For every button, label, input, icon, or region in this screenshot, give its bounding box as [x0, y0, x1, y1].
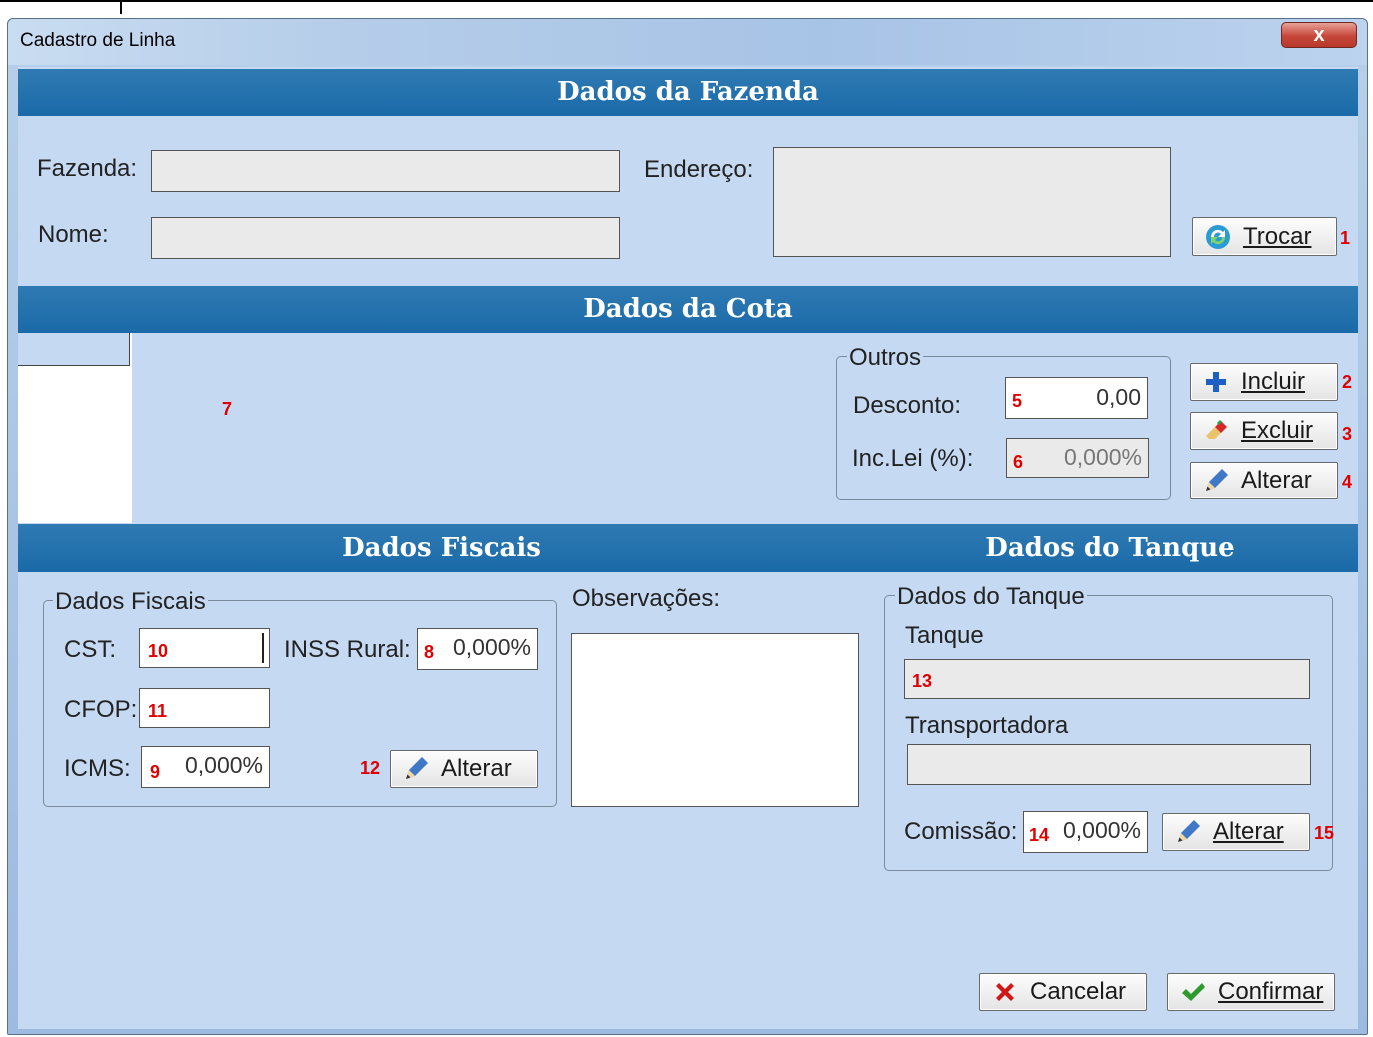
desconto-label: Desconto:: [853, 392, 962, 419]
section-title-tanque: Dados do Tanque: [985, 533, 1235, 563]
eraser-icon: [1201, 416, 1231, 446]
alterar-cota-button-label: Alterar: [1241, 466, 1312, 494]
section-header-fiscais-tanque: Dados Fiscais Dados do Tanque: [18, 524, 1358, 572]
alterar-fiscais-button[interactable]: Alterar: [390, 750, 538, 788]
tanque-field[interactable]: 13: [904, 659, 1310, 699]
marker-2: 2: [1342, 372, 1353, 392]
comissao-field[interactable]: 14 0,000%: [1023, 811, 1148, 853]
marker-12: 12: [360, 758, 381, 778]
marker-7: 7: [222, 399, 233, 419]
tanque-group-label: Dados do Tanque: [895, 583, 1087, 611]
pencil-icon: [1201, 466, 1231, 496]
tanque-label: Tanque: [905, 622, 984, 649]
title-bar[interactable]: [8, 19, 1367, 65]
marker-6: 6: [1013, 452, 1024, 472]
desconto-field[interactable]: 5 0,00: [1005, 377, 1148, 419]
inss-rural-field[interactable]: 8 0,000%: [417, 628, 538, 670]
trocar-button-label: Trocar: [1243, 222, 1312, 250]
pencil-icon: [401, 754, 431, 784]
icms-label: ICMS:: [64, 755, 131, 782]
icms-value: 0,000%: [184, 752, 263, 778]
inclei-value: 0,000%: [1063, 444, 1142, 470]
confirmar-button[interactable]: Confirmar: [1167, 973, 1335, 1011]
fiscais-group-label: Dados Fiscais: [53, 588, 208, 616]
cst-field[interactable]: 10: [139, 628, 270, 668]
inclei-field[interactable]: 6 0,000%: [1006, 438, 1149, 478]
top-border-tick: [120, 0, 122, 14]
marker-8: 8: [424, 642, 435, 662]
cfop-label: CFOP:: [64, 696, 138, 723]
observacoes-textarea[interactable]: [571, 633, 859, 807]
comissao-value: 0,000%: [1062, 817, 1141, 843]
marker-11: 11: [148, 701, 168, 721]
transportadora-field[interactable]: [907, 744, 1311, 785]
marker-13: 13: [912, 671, 933, 691]
cota-grid-header[interactable]: [18, 333, 130, 366]
section-title-fiscais: Dados Fiscais: [342, 533, 541, 563]
alterar-fiscais-button-label: Alterar: [441, 755, 512, 782]
alterar-tanque-button[interactable]: Alterar: [1162, 813, 1310, 851]
cancelar-button-label: Cancelar: [1030, 978, 1127, 1005]
section-header-fazenda: Dados da Fazenda: [18, 69, 1358, 116]
comissao-label: Comissão:: [904, 818, 1018, 845]
refresh-icon: [1203, 222, 1233, 252]
fazenda-label: Fazenda:: [37, 155, 138, 182]
window-title: Cadastro de Linha: [20, 30, 176, 51]
inss-rural-value: 0,000%: [452, 634, 531, 660]
confirmar-button-label: Confirmar: [1218, 978, 1324, 1005]
fazenda-field[interactable]: [151, 150, 620, 192]
cst-label: CST:: [64, 636, 117, 663]
marker-5: 5: [1012, 391, 1023, 411]
observacoes-label: Observações:: [572, 585, 721, 612]
cfop-field[interactable]: 11: [139, 688, 270, 728]
checkmark-icon: [1178, 977, 1208, 1007]
endereco-label: Endereço:: [644, 156, 754, 183]
excluir-button-label: Excluir: [1241, 417, 1314, 444]
desconto-value: 0,00: [1096, 384, 1141, 410]
close-button[interactable]: x: [1281, 22, 1357, 48]
icms-field[interactable]: 9 0,000%: [141, 746, 270, 788]
trocar-button[interactable]: Trocar: [1192, 217, 1337, 256]
transportadora-label: Transportadora: [905, 712, 1069, 739]
pencil-icon: [1173, 817, 1203, 847]
alterar-cota-button[interactable]: Alterar: [1190, 462, 1338, 499]
section-header-cota: Dados da Cota: [18, 286, 1358, 333]
plus-icon: [1201, 367, 1231, 397]
inclei-label: Inc.Lei (%):: [852, 445, 974, 472]
marker-14: 14: [1029, 825, 1050, 845]
incluir-button-label: Incluir: [1241, 368, 1306, 395]
top-border-line: [0, 0, 1373, 2]
inss-rural-label: INSS Rural:: [284, 636, 411, 663]
cancelar-button[interactable]: Cancelar: [979, 973, 1147, 1011]
nome-label: Nome:: [38, 221, 109, 248]
marker-10: 10: [148, 641, 169, 661]
close-x-icon: [990, 977, 1020, 1007]
text-cursor: [262, 633, 264, 663]
marker-9: 9: [150, 762, 161, 782]
endereco-field[interactable]: [773, 147, 1171, 257]
alterar-tanque-button-label: Alterar: [1213, 818, 1284, 845]
nome-field[interactable]: [151, 217, 620, 259]
marker-1: 1: [1340, 228, 1351, 248]
incluir-button[interactable]: Incluir: [1190, 363, 1338, 401]
marker-15: 15: [1314, 823, 1335, 843]
marker-4: 4: [1342, 472, 1353, 492]
marker-3: 3: [1342, 424, 1353, 444]
outros-group-label: Outros: [847, 344, 924, 372]
excluir-button[interactable]: Excluir: [1190, 412, 1338, 450]
